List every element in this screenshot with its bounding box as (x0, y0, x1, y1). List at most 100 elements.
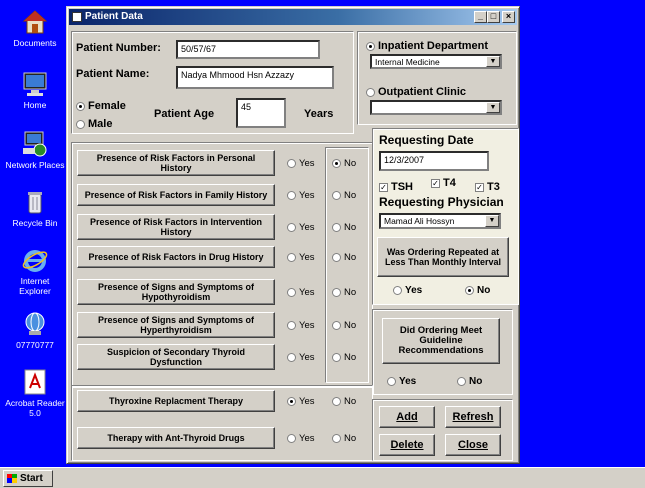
therapy-button-1[interactable]: Therapy with Ant-Thyroid Drugs (77, 427, 275, 449)
yes-label: Yes (299, 396, 315, 407)
risk-button-5[interactable]: Presence of Signs and Symptoms of Hypert… (77, 312, 275, 338)
gender-male-radio[interactable]: Male (76, 118, 112, 130)
radio-dot (287, 288, 296, 297)
close-button[interactable]: Close (445, 434, 501, 456)
risk-button-4[interactable]: Presence of Signs and Symptoms of Hypoth… (77, 279, 275, 305)
recycle-bin-icon (28, 192, 42, 214)
radio-dot (287, 353, 296, 362)
risk-no-radio-5[interactable]: No (332, 320, 356, 331)
risk-button-0[interactable]: Presence of Risk Factors in Personal His… (77, 150, 275, 176)
chevron-down-icon[interactable]: ▼ (486, 56, 500, 67)
checkbox-checked-icon: ✓ (431, 178, 440, 188)
radio-dot (287, 223, 296, 232)
gender-female-label: Female (88, 100, 126, 112)
start-button[interactable]: Start (3, 470, 53, 487)
guideline-panel: Did Ordering Meet Guideline Recommendati… (372, 309, 513, 395)
risk-no-radio-1[interactable]: No (332, 190, 356, 201)
guideline-yes-label: Yes (399, 376, 417, 387)
desktop-icon-label: Network Places (5, 160, 65, 170)
inpatient-department-value: Internal Medicine (375, 57, 440, 67)
risk-yes-radio-4[interactable]: Yes (287, 287, 315, 298)
inpatient-department-select[interactable]: Internal Medicine ▼ (370, 54, 502, 69)
radio-dot (332, 159, 341, 168)
risk-yes-radio-0[interactable]: Yes (287, 158, 315, 169)
requesting-physician-value: Mamad Ali Hossyn (384, 216, 455, 226)
desktop-icon-acrobat-reader[interactable]: Acrobat Reader 5.0 (4, 368, 66, 418)
outpatient-clinic-select[interactable]: ▼ (370, 100, 502, 115)
desktop-icon-home[interactable]: Home (4, 70, 66, 110)
chevron-down-icon[interactable]: ▼ (485, 215, 499, 227)
repeat-no-radio[interactable]: No (465, 285, 490, 296)
no-label: No (344, 433, 357, 444)
t4-label: T4 (443, 177, 456, 189)
guideline-no-radio[interactable]: No (457, 376, 482, 387)
inpatient-radio[interactable]: Inpatient Department (366, 40, 488, 52)
tsh-checkbox[interactable]: ✓ TSH (379, 181, 413, 193)
maximize-button[interactable]: □ (487, 11, 500, 23)
risk-yes-radio-1[interactable]: Yes (287, 190, 315, 201)
delete-button[interactable]: Delete (379, 434, 435, 456)
radio-dot (287, 159, 296, 168)
chevron-down-icon[interactable]: ▼ (486, 102, 500, 113)
risk-button-3[interactable]: Presence of Risk Factors in Drug History (77, 246, 275, 268)
radio-dot (332, 321, 341, 330)
patient-age-label: Patient Age (154, 108, 215, 120)
therapy-no-radio-1[interactable]: No (332, 433, 356, 444)
risk-yes-radio-3[interactable]: Yes (287, 252, 315, 263)
globe-icon (25, 312, 45, 335)
window-title: Patient Data (85, 11, 143, 22)
request-panel: Requesting Date 12/3/2007 ✓ TSH ✓ T4 ✓ T… (372, 128, 519, 305)
department-panel: Inpatient Department Internal Medicine ▼… (357, 31, 517, 125)
requesting-physician-select[interactable]: Mamad Ali Hossyn ▼ (379, 213, 501, 229)
network-icon (23, 131, 47, 157)
guideline-button[interactable]: Did Ordering Meet Guideline Recommendati… (382, 318, 500, 364)
close-window-button[interactable]: × (502, 11, 515, 23)
radio-dot (332, 253, 341, 262)
desktop-icon-recycle-bin[interactable]: Recycle Bin (4, 188, 66, 228)
t3-checkbox[interactable]: ✓ T3 (475, 181, 500, 193)
radio-dot (76, 101, 85, 111)
repeat-yes-label: Yes (405, 285, 423, 296)
desktop-icon-07770777[interactable]: 07770777 (4, 310, 66, 350)
risk-button-2[interactable]: Presence of Risk Factors in Intervention… (77, 214, 275, 240)
requesting-date-field[interactable]: 12/3/2007 (379, 151, 489, 171)
window-titlebar[interactable]: Patient Data _ □ × (69, 9, 517, 25)
add-button[interactable]: Add (379, 406, 435, 428)
repeat-no-label: No (477, 285, 491, 296)
risk-no-radio-4[interactable]: No (332, 287, 356, 298)
patient-number-field[interactable]: 50/57/67 (176, 40, 320, 59)
risk-no-radio-6[interactable]: No (332, 352, 356, 363)
therapy-yes-radio-0[interactable]: Yes (287, 396, 315, 407)
risk-no-radio-2[interactable]: No (332, 222, 356, 233)
repeated-ordering-button[interactable]: Was Ordering Repeated at Less Than Month… (377, 237, 509, 277)
therapy-yes-radio-1[interactable]: Yes (287, 433, 315, 444)
radio-dot (287, 191, 296, 200)
risk-no-radio-3[interactable]: No (332, 252, 356, 263)
risk-button-1[interactable]: Presence of Risk Factors in Family Histo… (77, 184, 275, 206)
desktop-icon-internet-explorer[interactable]: Internet Explorer (4, 246, 66, 296)
tsh-label: TSH (391, 181, 413, 193)
desktop-icon-documents[interactable]: Documents (4, 8, 66, 48)
t4-checkbox[interactable]: ✓ T4 (431, 177, 456, 189)
refresh-button[interactable]: Refresh (445, 406, 501, 428)
risk-yes-radio-2[interactable]: Yes (287, 222, 315, 233)
repeat-yes-radio[interactable]: Yes (393, 285, 422, 296)
patient-age-field[interactable]: 45 (236, 98, 286, 128)
desktop-icon-network-places[interactable]: Network Places (4, 130, 66, 170)
outpatient-radio[interactable]: Outpatient Clinic (366, 86, 466, 98)
risk-yes-radio-5[interactable]: Yes (287, 320, 315, 331)
therapy-button-0[interactable]: Thyroxine Replacment Therapy (77, 390, 275, 412)
gender-female-radio[interactable]: Female (76, 100, 126, 112)
risk-yes-radio-6[interactable]: Yes (287, 352, 315, 363)
refresh-button-label: Refresh (452, 411, 494, 423)
yes-label: Yes (299, 352, 315, 363)
therapy-no-radio-0[interactable]: No (332, 396, 356, 407)
risk-button-6[interactable]: Suspicion of Secondary Thyroid Dysfuncti… (77, 344, 275, 370)
radio-dot (287, 397, 296, 406)
risk-no-radio-0[interactable]: No (332, 158, 356, 169)
radio-dot (366, 87, 375, 97)
app-icon (72, 12, 82, 22)
patient-name-field[interactable]: Nadya Mhmood Hsn Azzazy (176, 66, 334, 89)
guideline-yes-radio[interactable]: Yes (387, 376, 416, 387)
minimize-button[interactable]: _ (474, 11, 487, 23)
